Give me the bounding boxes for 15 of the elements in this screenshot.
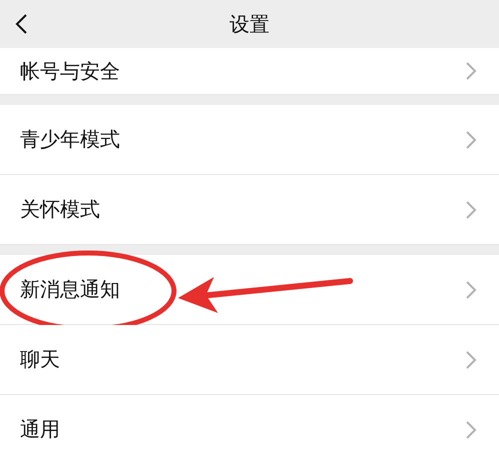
chevron-right-icon <box>465 420 477 440</box>
row-label: 关怀模式 <box>20 196 100 223</box>
row-label: 青少年模式 <box>20 126 120 153</box>
chevron-right-icon <box>465 61 477 81</box>
row-label: 通用 <box>20 416 60 443</box>
page-title: 设置 <box>230 10 270 38</box>
settings-row[interactable]: 聊天 <box>0 325 499 395</box>
chevron-right-icon <box>465 350 477 370</box>
row-label: 帐号与安全 <box>20 58 120 84</box>
chevron-right-icon <box>465 280 477 300</box>
row-label: 新消息通知 <box>20 276 120 303</box>
row-label: 聊天 <box>20 346 60 373</box>
chevron-right-icon <box>465 130 477 150</box>
back-icon[interactable] <box>14 13 28 35</box>
chevron-right-icon <box>465 200 477 220</box>
